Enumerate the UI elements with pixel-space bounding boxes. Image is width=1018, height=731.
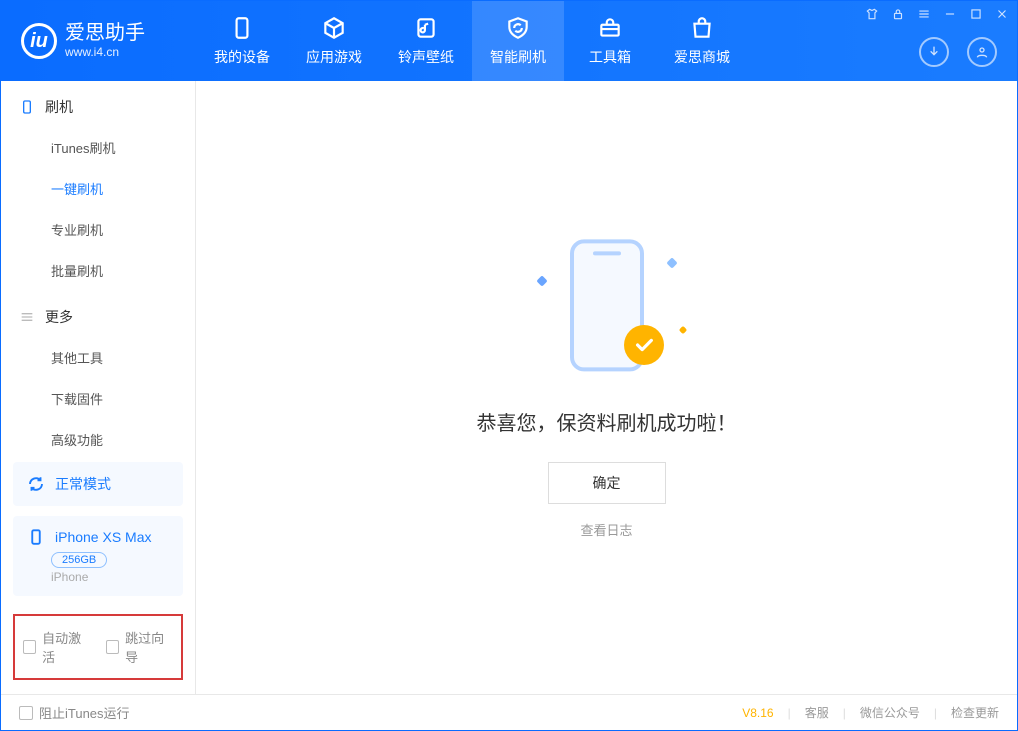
tab-store[interactable]: 爱思商城 <box>656 1 748 81</box>
close-icon[interactable] <box>995 7 1009 21</box>
sidebar-item-itunes-flash[interactable]: iTunes刷机 <box>1 127 195 168</box>
toolbox-icon <box>597 15 623 41</box>
check-update-link[interactable]: 检查更新 <box>951 704 999 721</box>
refresh-icon <box>27 475 45 493</box>
device-icon <box>229 15 255 41</box>
sidebar-item-oneclick-flash[interactable]: 一键刷机 <box>1 168 195 209</box>
app-subtitle: www.i4.cn <box>65 45 145 59</box>
sidebar: 刷机 iTunes刷机 一键刷机 专业刷机 批量刷机 更多 其他工具 下载固件 … <box>1 81 196 694</box>
body: 刷机 iTunes刷机 一键刷机 专业刷机 批量刷机 更多 其他工具 下载固件 … <box>1 81 1017 694</box>
checkbox-label: 阻止iTunes运行 <box>39 703 130 722</box>
separator: | <box>788 706 791 720</box>
maximize-icon[interactable] <box>969 7 983 21</box>
shirt-icon[interactable] <box>865 7 879 21</box>
separator: | <box>843 706 846 720</box>
tab-label: 我的设备 <box>214 47 270 67</box>
version-label: V8.16 <box>742 706 773 720</box>
separator: | <box>934 706 937 720</box>
mode-card[interactable]: 正常模式 <box>13 462 183 506</box>
cube-icon <box>321 15 347 41</box>
logo-area: iu 爱思助手 www.i4.cn <box>1 23 196 59</box>
logo-icon: iu <box>21 23 57 59</box>
success-illustration <box>532 237 682 387</box>
device-card[interactable]: iPhone XS Max 256GB iPhone <box>13 516 183 596</box>
device-capacity: 256GB <box>51 552 107 568</box>
checkbox-icon <box>23 640 36 654</box>
sidebar-group-flash: 刷机 <box>1 81 195 127</box>
header: iu 爱思助手 www.i4.cn 我的设备 应用游戏 <box>1 1 1017 81</box>
header-actions <box>919 37 997 67</box>
view-log-link[interactable]: 查看日志 <box>580 520 632 539</box>
sparkle-icon <box>666 257 677 268</box>
sidebar-item-batch-flash[interactable]: 批量刷机 <box>1 250 195 291</box>
tab-label: 智能刷机 <box>490 47 546 67</box>
tab-toolbox[interactable]: 工具箱 <box>564 1 656 81</box>
phone-icon <box>19 99 35 115</box>
checkbox-icon <box>19 706 33 720</box>
auto-activate-checkbox[interactable]: 自动激活 <box>23 628 90 666</box>
tab-apps-games[interactable]: 应用游戏 <box>288 1 380 81</box>
lock-icon[interactable] <box>891 7 905 21</box>
shield-refresh-icon <box>505 15 531 41</box>
tab-my-device[interactable]: 我的设备 <box>196 1 288 81</box>
wechat-link[interactable]: 微信公众号 <box>860 704 920 721</box>
minimize-icon[interactable] <box>943 7 957 21</box>
checkmark-badge-icon <box>624 325 664 365</box>
tab-ringtones[interactable]: 铃声壁纸 <box>380 1 472 81</box>
shopping-bag-icon <box>689 15 715 41</box>
main-content: 恭喜您，保资料刷机成功啦！ 确定 查看日志 <box>196 81 1017 694</box>
device-name: iPhone XS Max <box>55 529 152 545</box>
checkbox-icon <box>106 640 119 654</box>
skip-guide-checkbox[interactable]: 跳过向导 <box>106 628 173 666</box>
group-title: 更多 <box>45 307 73 327</box>
tab-label: 工具箱 <box>589 47 631 67</box>
ok-button[interactable]: 确定 <box>548 462 666 504</box>
tab-label: 爱思商城 <box>674 47 730 67</box>
menu-icon[interactable] <box>917 7 931 21</box>
list-icon <box>19 309 35 325</box>
sparkle-icon <box>536 275 547 286</box>
download-icon[interactable] <box>919 37 949 67</box>
checkbox-label: 跳过向导 <box>125 628 173 666</box>
app-window: iu 爱思助手 www.i4.cn 我的设备 应用游戏 <box>0 0 1018 731</box>
music-note-icon <box>413 15 439 41</box>
tab-label: 铃声壁纸 <box>398 47 454 67</box>
options-highlight-box: 自动激活 跳过向导 <box>13 614 183 680</box>
sidebar-item-advanced[interactable]: 高级功能 <box>1 419 195 460</box>
footer: 阻止iTunes运行 V8.16 | 客服 | 微信公众号 | 检查更新 <box>1 694 1017 730</box>
tab-label: 应用游戏 <box>306 47 362 67</box>
sparkle-icon <box>678 325 686 333</box>
checkbox-label: 自动激活 <box>42 628 90 666</box>
success-message: 恭喜您，保资料刷机成功啦！ <box>477 407 737 436</box>
group-title: 刷机 <box>45 97 73 117</box>
tab-smart-flash[interactable]: 智能刷机 <box>472 1 564 81</box>
window-controls <box>865 7 1009 21</box>
nav-tabs: 我的设备 应用游戏 铃声壁纸 智能刷机 <box>196 1 748 81</box>
device-type: iPhone <box>51 570 169 584</box>
app-title: 爱思助手 <box>65 23 145 43</box>
sidebar-item-other-tools[interactable]: 其他工具 <box>1 337 195 378</box>
phone-small-icon <box>27 528 45 546</box>
support-link[interactable]: 客服 <box>805 704 829 721</box>
sidebar-group-more: 更多 <box>1 291 195 337</box>
sidebar-item-pro-flash[interactable]: 专业刷机 <box>1 209 195 250</box>
block-itunes-checkbox[interactable]: 阻止iTunes运行 <box>19 703 130 722</box>
user-icon[interactable] <box>967 37 997 67</box>
mode-label: 正常模式 <box>55 474 111 494</box>
sidebar-item-download-firmware[interactable]: 下载固件 <box>1 378 195 419</box>
